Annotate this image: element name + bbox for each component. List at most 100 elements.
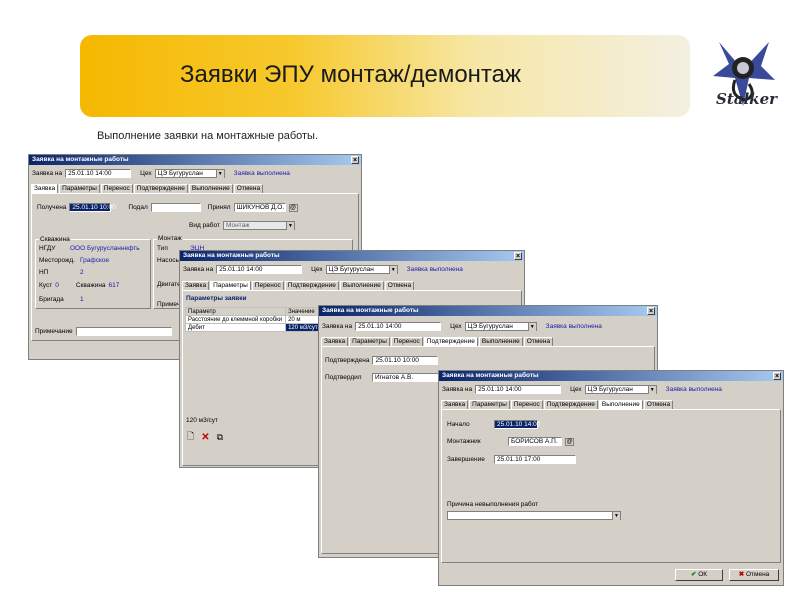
shop-label: Цех [450, 323, 462, 330]
tab-parameters[interactable]: Параметры [469, 400, 510, 409]
tab-cancel[interactable]: Отмена [643, 400, 674, 409]
tab-parameters[interactable]: Параметры [210, 281, 251, 290]
bush-label: Куст [39, 282, 53, 289]
window-titlebar: Заявка на монтажные работы × [439, 371, 783, 381]
cross-icon: ✖ [738, 571, 745, 578]
shop-label: Цех [570, 386, 582, 393]
brigade-label: Бригада [39, 296, 64, 303]
ngdu-value: ООО Бугурусланнефть [70, 245, 140, 252]
mount-group-label: Монтаж [157, 235, 183, 242]
well-value: 617 [108, 282, 120, 289]
tab-cancel[interactable]: Отмена [523, 337, 554, 346]
chevron-down-icon: ▼ [647, 385, 656, 394]
ok-button[interactable]: ✔ ОК [675, 569, 723, 581]
close-icon[interactable]: × [647, 307, 655, 315]
request-date-field[interactable]: 25.01.10 14:00 [355, 322, 442, 331]
tab-confirmation[interactable]: Подтверждение [543, 400, 598, 409]
window-titlebar: Заявка на монтажные работы × [180, 251, 524, 261]
tab-parameters[interactable]: Параметры [59, 184, 100, 193]
new-document-icon[interactable]: 🗋 [187, 429, 194, 445]
submitted-field[interactable] [150, 203, 201, 212]
chevron-down-icon: ▼ [285, 221, 294, 230]
at-sign-icon[interactable]: @ [288, 203, 298, 212]
confirmer-field[interactable]: Игнатов А.В. [372, 373, 440, 382]
request-label: Заявка на [183, 266, 214, 273]
table-row[interactable]: Расстояние до клеммной коробки 20 м [184, 315, 321, 324]
pump-label: Насосы [157, 257, 181, 264]
reason-dropdown[interactable]: ▼ [447, 511, 621, 520]
checkmark-icon: ✔ [690, 571, 697, 578]
tab-execution[interactable]: Выполнение [478, 337, 523, 346]
status-text: Заявка выполнена [406, 266, 463, 273]
params-table: Параметр Значение Расстояние до клеммной … [184, 307, 321, 332]
start-field[interactable]: 25.01.10 14:00 [494, 420, 540, 429]
tab-execution[interactable]: Выполнение [339, 281, 384, 290]
tab-request[interactable]: Заявка [441, 400, 469, 409]
close-icon[interactable]: × [351, 156, 359, 164]
engine-label: Двигате [157, 281, 181, 288]
start-label: Начало [447, 421, 470, 428]
close-icon[interactable]: × [773, 372, 781, 380]
tab-request[interactable]: Заявка [321, 337, 349, 346]
accepted-label: Принял [207, 204, 231, 211]
well-label: Скважина [75, 282, 106, 289]
shop-label: Цех [140, 170, 152, 177]
tab-confirmation[interactable]: Подтверждение [133, 184, 188, 193]
status-text: Заявка выполнена [665, 386, 722, 393]
tab-transfer[interactable]: Перенос [510, 400, 543, 409]
window-titlebar: Заявка на монтажные работы × [29, 155, 361, 165]
tab-cancel[interactable]: Отмена [384, 281, 415, 290]
worktype-dropdown[interactable]: Монтаж ▼ [222, 221, 295, 230]
delete-icon[interactable]: ✕ [201, 432, 209, 443]
tab-transfer[interactable]: Перенос [390, 337, 423, 346]
remark-field[interactable] [75, 327, 172, 336]
request-date-field[interactable]: 25.01.10 14:00 [65, 169, 132, 178]
accepted-field[interactable]: ШИКУНОВ Д.О. [233, 203, 286, 212]
received-label: Получена [37, 204, 67, 211]
cancel-button[interactable]: ✖ Отмена [729, 569, 779, 581]
slide-title: Заявки ЭПУ монтаж/демонтаж [180, 61, 522, 88]
request-date-field[interactable]: 25.01.10 14:00 [216, 265, 303, 274]
window-title: Заявка на монтажные работы [183, 252, 280, 259]
tab-execution[interactable]: Выполнение [598, 400, 643, 409]
confirmed-field[interactable]: 25.01.10 10:00 [372, 356, 439, 365]
tab-request[interactable]: Заявка [31, 184, 59, 193]
shop-dropdown[interactable]: ЦЭ Бугуруслан ▼ [154, 169, 225, 178]
window-titlebar: Заявка на монтажные работы × [319, 306, 657, 316]
received-field[interactable]: 25.01.10 10:00 [69, 203, 116, 212]
tab-strip: Заявка Параметры Перенос Подтверждение В… [321, 337, 554, 346]
reason-label: Причина невыполнения работ [447, 501, 539, 508]
tab-transfer[interactable]: Перенос [100, 184, 133, 193]
status-text: Заявка выполнена [545, 323, 602, 330]
tab-request[interactable]: Заявка [182, 281, 210, 290]
table-row[interactable]: Дебит 120 м3/сут [184, 323, 321, 332]
title-banner: Заявки ЭПУ монтаж/демонтаж [80, 35, 690, 117]
confirmer-label: Подтвердил [325, 374, 362, 381]
shop-dropdown[interactable]: ЦЭ Бугуруслан ▼ [464, 322, 537, 331]
tab-cancel[interactable]: Отмена [233, 184, 264, 193]
tab-execution[interactable]: Выполнение [188, 184, 233, 193]
tab-strip: Заявка Параметры Перенос Подтверждение В… [441, 400, 674, 409]
close-icon[interactable]: × [514, 252, 522, 260]
submitted-label: Подал [128, 204, 148, 211]
request-label: Заявка на [32, 170, 63, 177]
preview-icon[interactable]: ⧉ [217, 432, 223, 443]
footer-value: 120 м3/сут [186, 417, 219, 424]
installer-field[interactable]: БОРИСОВ А.П. [508, 437, 562, 446]
at-sign-icon[interactable]: @ [565, 437, 574, 446]
bush-value: 0 [55, 282, 59, 289]
end-field[interactable]: 25.01.10 17:00 [494, 455, 576, 464]
installer-label: Монтажник [447, 438, 481, 445]
shop-dropdown[interactable]: ЦЭ Бугуруслан ▼ [325, 265, 398, 274]
tab-parameters[interactable]: Параметры [349, 337, 390, 346]
request-date-field[interactable]: 25.01.10 14:00 [475, 385, 562, 394]
np-label: НП [39, 269, 49, 276]
shop-dropdown[interactable]: ЦЭ Бугуруслан ▼ [584, 385, 657, 394]
window-title: Заявка на монтажные работы [322, 307, 419, 314]
tab-confirmation[interactable]: Подтверждение [284, 281, 339, 290]
window-execution: Заявка на монтажные работы × Заявка на 2… [438, 370, 784, 586]
tab-confirmation[interactable]: Подтверждение [423, 337, 478, 346]
tab-transfer[interactable]: Перенос [251, 281, 284, 290]
window-title: Заявка на монтажные работы [32, 156, 129, 163]
slide-subtitle: Выполнение заявки на монтажные работы. [97, 130, 319, 142]
